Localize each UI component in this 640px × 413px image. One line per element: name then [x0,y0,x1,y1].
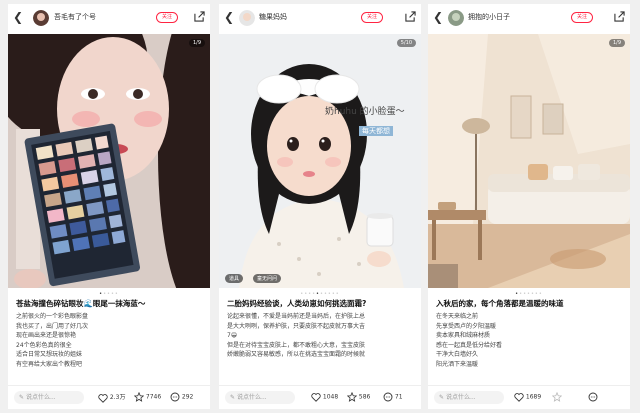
post-photo[interactable]: 1/9 [8,34,210,288]
comment-placeholder: 说点什么... [25,394,56,401]
heart-icon [98,393,108,403]
username[interactable]: 吾毛有了个号 [54,12,96,22]
like-button[interactable]: 2.3万 [98,392,125,403]
avatar[interactable] [33,10,49,26]
post-card-baby: ❮ 糖果妈妈 关注 5/10 奶huhu 的小脸蛋～ 每天都想 道具 童无问问 … [219,4,421,409]
body-line: 阳光洒下来温暖 [436,360,479,368]
comment-input[interactable]: ✎ 说点什么... [14,391,84,404]
carousel-dots: ••••••• [515,291,543,297]
like-button[interactable]: 1689 [514,392,541,402]
body-line: 适合日常又想玩妆的姐妹 [16,351,83,358]
comment-placeholder: 说点什么... [236,394,267,401]
bottom-action-bar: ✎ 说点什么... 1048 586 71 [219,385,421,409]
share-icon[interactable] [194,11,205,22]
star-icon [346,391,358,402]
star-icon [133,391,145,402]
post-card-makeup: ❮ 吾毛有了个号 关注 1/9 ••••• 苍盐海撞色碎钻眼妆🌊眼尾一抹海蓝～ … [8,4,210,409]
body-line: 我也买了，出门用了好几次 [16,322,89,330]
comment-input[interactable]: ✎ 说点什么... [225,391,295,404]
top-bar: ❮ 吾毛有了个号 关注 [8,4,210,32]
collect-count: 586 [358,393,371,401]
carousel-dots: ••••• [99,291,119,297]
collect-button[interactable]: 7746 [133,391,162,402]
post-body: 在冬天来临之前 先享受西卢的夕阳温暖 卖本家具和绒麻材质 感在一起真是低分给好看… [436,312,624,369]
username[interactable]: 拥抱的小日子 [468,12,510,22]
post-photo[interactable]: 5/10 奶huhu 的小脸蛋～ 每天都想 道具 童无问问 [219,34,421,288]
share-icon[interactable] [614,11,625,22]
body-line: 现在画出来还是很惊艳 [16,332,77,339]
body-line: 是大大咧咧，保养护肤，只要皮肤不起皮就万事大吉 [227,322,366,330]
image-counter: 1/9 [608,39,625,47]
body-line: 7😁 [227,332,238,339]
comment-button[interactable]: 292 [170,392,193,402]
carousel-dots: •••••••••• [300,291,340,297]
comment-count: 292 [181,393,194,401]
body-line: 之前很火的一个彩色眼影盘 [16,313,89,320]
like-count: 2.3万 [109,394,126,401]
body-line: 24个色彩色真的很全 [16,341,72,349]
body-line: 娇嫩脆弱又容易敏感，所以在挑选宝宝面霜的时候就 [227,351,366,358]
body-line: 在冬天来临之前 [436,313,479,320]
body-line: 卖本家具和绒麻材质 [436,332,491,339]
back-icon[interactable]: ❮ [13,10,23,24]
avatar[interactable] [448,10,464,26]
comment-placeholder: 说点什么... [445,394,476,401]
living-room-photo [428,34,630,288]
collect-button[interactable]: 586 [346,391,371,402]
share-icon[interactable] [405,11,416,22]
avatar[interactable] [239,10,255,26]
back-icon[interactable]: ❮ [433,10,443,24]
post-card-home: ❮ 拥抱的小日子 关注 1/9 ••••••• 入秋后的家，每个角落都是温暖的味… [428,4,630,409]
bottom-action-bar: ✎ 说点什么... 2.3万 7746 292 [8,385,210,409]
comment-button[interactable] [588,392,598,402]
post-title: 二胎妈妈经验谈，人类幼崽如何挑选面霜? [227,299,367,308]
body-line: 论起来很懂，不爱是当妈前还是当妈后，在护肤上总 [227,313,366,320]
collect-button[interactable] [551,391,563,402]
post-body: 论起来很懂，不爱是当妈前还是当妈后，在护肤上总 是大大咧咧，保养护肤，只要皮肤不… [227,312,415,360]
post-title: 苍盐海撞色碎钻眼妆🌊眼尾一抹海蓝～ [16,299,146,308]
like-count: 1689 [525,393,542,401]
comment-icon [588,392,598,402]
back-icon[interactable]: ❮ [224,10,234,24]
comment-count: 71 [394,393,403,401]
heart-icon [311,393,321,402]
comment-input[interactable]: ✎ 说点什么... [434,391,504,404]
collect-count: 7746 [145,393,162,401]
heart-icon [514,393,524,402]
comment-icon [383,392,393,402]
follow-button[interactable]: 关注 [156,12,178,23]
bottom-action-bar: ✎ 说点什么... 1689 [428,385,630,409]
star-icon [551,391,563,402]
photo-tag[interactable]: 道具 [225,274,244,283]
like-button[interactable]: 1048 [311,392,338,402]
body-line: 干净大白墙好久 [436,351,479,358]
comment-button[interactable]: 71 [383,392,403,402]
image-counter: 1/9 [188,39,205,47]
photo-tag[interactable]: 童无问问 [253,274,282,283]
body-line: 有空再给大家出个教程吧 [16,360,83,368]
follow-button[interactable]: 关注 [361,12,383,23]
post-body: 之前很火的一个彩色眼影盘 我也买了，出门用了好几次 现在画出来还是很惊艳 24个… [16,312,204,369]
image-counter: 5/10 [396,39,416,47]
post-title: 入秋后的家，每个角落都是温暖的味道 [436,299,564,308]
body-line: 先享受西卢的夕阳温暖 [436,322,497,330]
body-line: 但是在对待宝宝皮肤上，都不敢粗心大意，宝宝皮肤 [227,341,366,349]
baby-photo [219,34,421,288]
top-bar: ❮ 糖果妈妈 关注 [219,4,421,32]
post-photo[interactable]: 1/9 [428,34,630,288]
top-bar: ❮ 拥抱的小日子 关注 [428,4,630,32]
follow-button[interactable]: 关注 [571,12,593,23]
makeup-photo [8,34,210,288]
like-count: 1048 [322,393,339,401]
comment-icon [170,392,180,402]
overlay-caption: 奶huhu 的小脸蛋～ [325,107,405,117]
body-line: 感在一起真是低分给好看 [436,341,503,349]
overlay-subcaption: 每天都想 [359,126,393,136]
username[interactable]: 糖果妈妈 [259,12,287,22]
